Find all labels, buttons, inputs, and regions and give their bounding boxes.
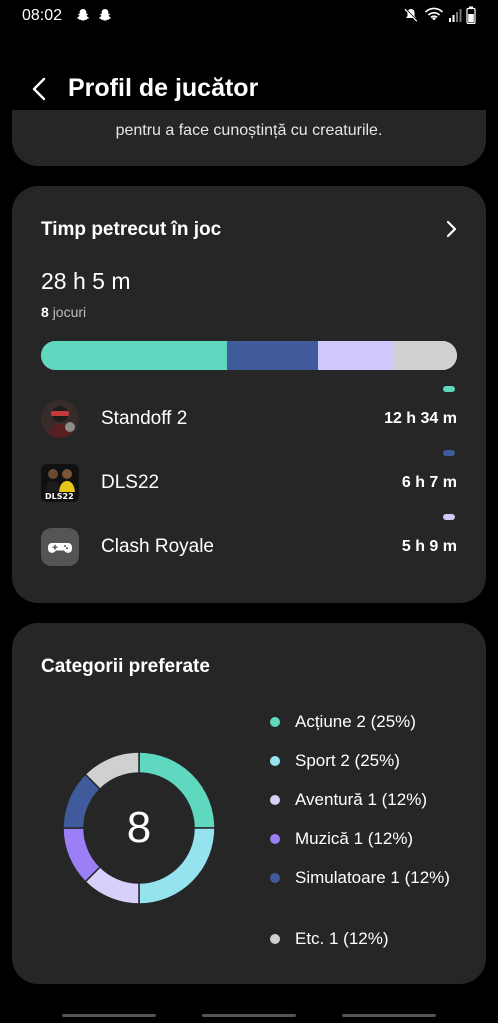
game-row-clash-royale[interactable]: Clash Royale 5 h 9 m xyxy=(41,514,457,568)
time-spent-details-button[interactable] xyxy=(440,218,462,240)
battery-icon xyxy=(466,6,476,24)
legend-label: Acțiune 2 (25%) xyxy=(295,712,416,731)
page-title: Profil de jucător xyxy=(68,74,259,102)
nav-recents-handle[interactable] xyxy=(62,1014,156,1017)
time-bar-segment xyxy=(394,341,457,370)
game-time: 6 h 7 m xyxy=(401,474,457,491)
games-count-label: jocuri xyxy=(52,304,87,320)
time-spent-card[interactable]: Timp petrecut în joc 28 h 5 m 8 jocuri S… xyxy=(12,186,486,603)
game-color-marker xyxy=(443,386,455,392)
game-row-dls22[interactable]: DLS22 DLS22 6 h 7 m xyxy=(41,450,457,504)
game-color-marker xyxy=(443,450,455,456)
dls22-app-icon: DLS22 xyxy=(41,464,79,502)
donut-center-value: 8 xyxy=(126,803,152,852)
legend-dot xyxy=(270,934,280,944)
back-arrow-icon xyxy=(32,77,46,101)
legend-label: Simulatoare 1 (12%) xyxy=(295,868,450,887)
time-bar-segment xyxy=(227,341,319,370)
mute-icon xyxy=(402,6,420,24)
legend-label: Aventură 1 (12%) xyxy=(295,790,427,809)
standoff-2-app-icon xyxy=(41,400,79,438)
games-count: 8 jocuri xyxy=(41,304,86,320)
app-header: Profil de jucător xyxy=(0,60,498,116)
navigation-bar xyxy=(0,1009,498,1023)
game-name: Standoff 2 xyxy=(101,408,188,429)
legend-dot xyxy=(270,756,280,766)
back-button[interactable] xyxy=(24,74,54,104)
game-time: 5 h 9 m xyxy=(401,538,457,555)
favorite-categories-card: Categorii preferate 8 Acțiune 2 (25%) Sp… xyxy=(12,623,486,984)
snapchat-icon xyxy=(98,8,112,22)
time-bar-segment xyxy=(318,341,395,370)
favorite-categories-title: Categorii preferate xyxy=(41,656,210,677)
legend-dot xyxy=(270,795,280,805)
game-time: 12 h 34 m xyxy=(384,410,457,427)
intro-text: pentru a face cunoștință cu creaturile. xyxy=(115,122,383,139)
games-count-number: 8 xyxy=(41,304,49,320)
game-row-standoff-2[interactable]: Standoff 2 12 h 34 m xyxy=(41,386,457,440)
wifi-icon xyxy=(424,6,444,24)
status-bar: 08:02 xyxy=(0,0,498,34)
legend-label: Sport 2 (25%) xyxy=(295,751,400,770)
time-spent-title: Timp petrecut în joc xyxy=(41,219,222,240)
time-bar-segment xyxy=(41,341,228,370)
total-play-time: 28 h 5 m xyxy=(41,268,131,294)
intro-card: pentru a face cunoștință cu creaturile. xyxy=(12,110,486,166)
legend-dot xyxy=(270,873,280,883)
legend-dot xyxy=(270,834,280,844)
nav-back-handle[interactable] xyxy=(342,1014,436,1017)
game-name: Clash Royale xyxy=(101,536,214,557)
status-time: 08:02 xyxy=(22,7,63,24)
chevron-right-icon xyxy=(446,220,457,238)
legend-dot xyxy=(270,717,280,727)
nav-home-handle[interactable] xyxy=(202,1014,296,1017)
game-name: DLS22 xyxy=(101,472,160,493)
signal-icon xyxy=(448,7,462,23)
gamepad-placeholder-icon xyxy=(41,528,79,566)
legend-label: Muzică 1 (12%) xyxy=(295,829,414,848)
time-distribution-bar xyxy=(41,341,457,370)
legend-label: Etc. 1 (12%) xyxy=(295,929,389,948)
game-color-marker xyxy=(443,514,455,520)
snapchat-icon xyxy=(76,8,90,22)
svg-text:DLS22: DLS22 xyxy=(45,492,74,501)
